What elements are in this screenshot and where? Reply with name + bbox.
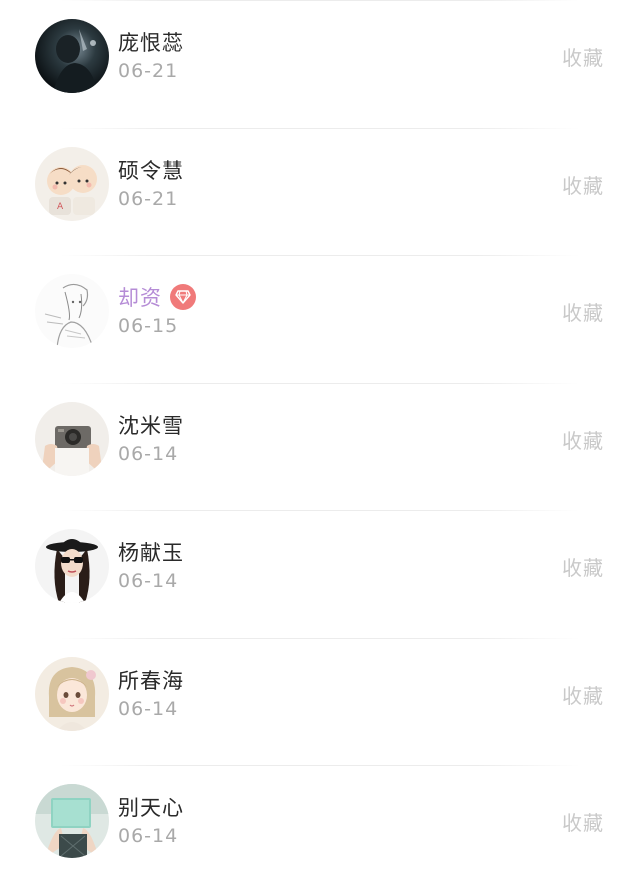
svg-text:A: A [57, 202, 64, 212]
list-item[interactable]: 却资 06-15 收藏 [0, 255, 640, 383]
favorite-button[interactable]: 收藏 [562, 42, 604, 71]
divider [60, 765, 580, 766]
user-name[interactable]: 庞恨蕊 [118, 27, 184, 57]
name-line: 别天心 [118, 792, 184, 822]
list-item[interactable]: 所春海 06-14 收藏 [0, 637, 640, 766]
favorite-button[interactable]: 收藏 [562, 680, 604, 709]
book-reading-avatar[interactable] [35, 784, 109, 858]
favorite-button[interactable]: 收藏 [562, 552, 604, 581]
list-item[interactable]: 庞恨蕊 06-21 收藏 [0, 0, 640, 128]
date-label: 06-14 [118, 570, 179, 592]
favorite-button[interactable]: 收藏 [562, 297, 604, 326]
user-name[interactable]: 杨献玉 [118, 537, 184, 567]
list-item[interactable]: 别天心 06-14 收藏 [0, 765, 640, 893]
user-list: 庞恨蕊 06-21 收藏 A 硕令慧 06-21 收藏 却资 06-15 收藏 … [0, 0, 640, 893]
list-item[interactable]: 沈米雪 06-14 收藏 [0, 382, 640, 511]
user-name[interactable]: 别天心 [118, 792, 184, 822]
user-name[interactable]: 沈米雪 [118, 410, 184, 440]
favorite-button[interactable]: 收藏 [562, 807, 604, 836]
name-line: 杨献玉 [118, 537, 184, 567]
list-item[interactable]: 杨献玉 06-14 收藏 [0, 510, 640, 638]
date-label: 06-14 [118, 825, 179, 847]
name-line: 却资 [118, 282, 196, 312]
illustrated-girl-avatar[interactable] [35, 656, 109, 731]
camera-hands-avatar[interactable] [35, 401, 109, 476]
diamond-icon [170, 284, 196, 310]
divider [60, 0, 580, 1]
name-line: 庞恨蕊 [118, 27, 184, 57]
favorite-button[interactable]: 收藏 [562, 425, 604, 454]
date-label: 06-21 [118, 187, 179, 210]
name-line: 沈米雪 [118, 410, 184, 440]
divider [60, 255, 580, 256]
name-line: 所春海 [118, 665, 184, 695]
date-label: 06-21 [118, 60, 179, 82]
pencil-sketch-avatar[interactable] [35, 274, 109, 348]
name-line: 硕令慧 [118, 155, 184, 185]
user-name[interactable]: 却资 [118, 282, 162, 312]
user-name[interactable]: 所春海 [118, 665, 184, 695]
date-label: 06-14 [118, 442, 179, 465]
divider [60, 510, 580, 511]
divider [60, 382, 580, 384]
date-label: 06-15 [118, 315, 179, 337]
dark-night-avatar[interactable] [35, 19, 109, 93]
list-item[interactable]: A 硕令慧 06-21 收藏 [0, 127, 640, 256]
cartoon-couple-avatar[interactable]: A [35, 146, 109, 221]
user-name[interactable]: 硕令慧 [118, 155, 184, 185]
divider [60, 127, 580, 129]
divider [60, 637, 580, 639]
date-label: 06-14 [118, 697, 179, 720]
hat-sunglasses-girl-avatar[interactable] [35, 529, 109, 603]
favorite-button[interactable]: 收藏 [562, 170, 604, 199]
